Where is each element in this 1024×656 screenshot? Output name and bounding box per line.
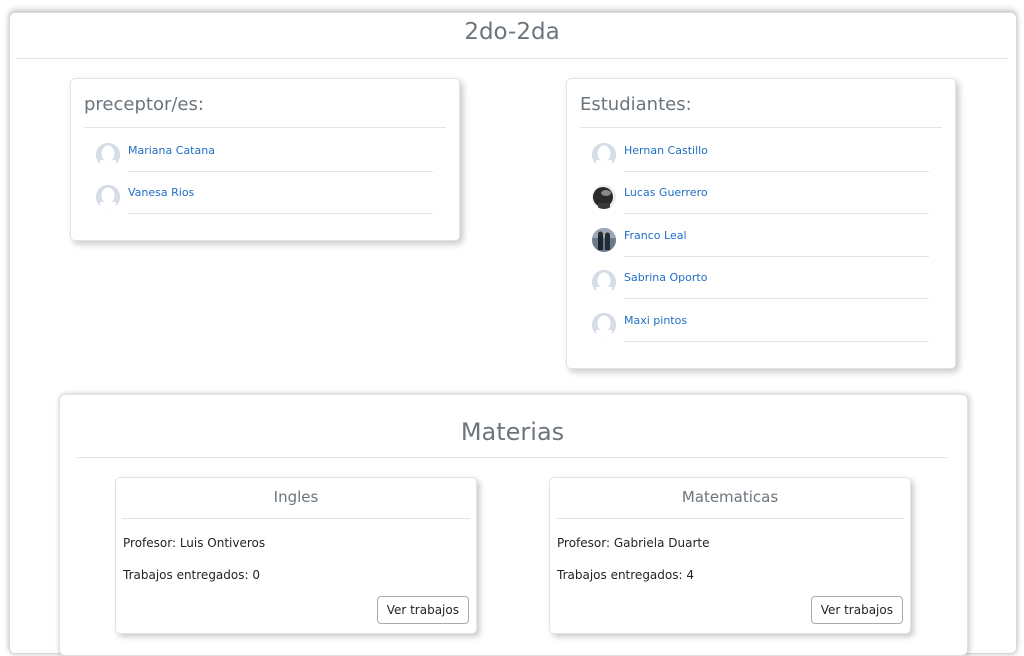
list-item: Franco Leal [592,226,932,268]
preceptores-card: preceptor/es: Mariana Catana Vanesa Rios [70,78,460,241]
preceptores-divider [84,127,446,128]
ver-trabajos-button[interactable]: Ver trabajos [810,596,903,624]
default-avatar-icon [592,313,616,337]
default-avatar-icon [592,270,616,294]
default-avatar-icon [592,143,616,167]
subject-trabajos-count: Trabajos entregados: 0 [123,568,260,582]
subject-profesor: Profesor: Gabriela Duarte [557,536,710,550]
list-item: Lucas Guerrero [592,183,932,225]
list-item: Hernan Castillo [592,141,932,183]
list-divider [128,213,433,214]
ver-trabajos-button[interactable]: Ver trabajos [376,596,469,624]
student-link[interactable]: Sabrina Oporto [624,271,707,285]
list-divider [624,298,929,299]
page-title: 2do-2da [464,19,560,45]
subject-trabajos-count: Trabajos entregados: 4 [557,568,694,582]
list-divider [624,213,929,214]
list-item: Vanesa Rios [96,183,436,225]
list-item: Sabrina Oporto [592,268,932,310]
student-link[interactable]: Franco Leal [624,229,687,243]
title-divider [16,58,1008,59]
list-divider [624,171,929,172]
list-item: Mariana Catana [96,141,436,183]
subject-title: Matematicas [681,488,779,506]
estudiantes-divider [580,127,942,128]
subject-divider [556,518,904,519]
default-avatar-icon [96,143,120,167]
photo-avatar-icon [592,228,616,252]
preceptor-link[interactable]: Vanesa Rios [128,186,194,200]
list-item: Maxi pintos [592,311,932,353]
student-link[interactable]: Hernan Castillo [624,144,708,158]
subject-divider [122,518,470,519]
default-avatar-icon [96,185,120,209]
materias-divider [77,457,947,458]
list-divider [128,171,433,172]
estudiantes-card: Estudiantes: Hernan Castillo Lucas Guerr… [566,78,956,369]
subject-card-ingles: Ingles Profesor: Luis Ontiveros Trabajos… [115,477,477,634]
estudiantes-title: Estudiantes: [580,94,692,115]
preceptor-link[interactable]: Mariana Catana [128,144,215,158]
student-link[interactable]: Maxi pintos [624,314,687,328]
materias-title: Materias [460,418,565,446]
subject-card-matematicas: Matematicas Profesor: Gabriela Duarte Tr… [549,477,911,634]
preceptores-title: preceptor/es: [84,94,204,115]
student-link[interactable]: Lucas Guerrero [624,186,708,200]
photo-avatar-icon [592,185,616,209]
list-divider [624,341,929,342]
list-divider [624,256,929,257]
subject-title: Ingles [273,488,319,506]
subject-profesor: Profesor: Luis Ontiveros [123,536,266,550]
